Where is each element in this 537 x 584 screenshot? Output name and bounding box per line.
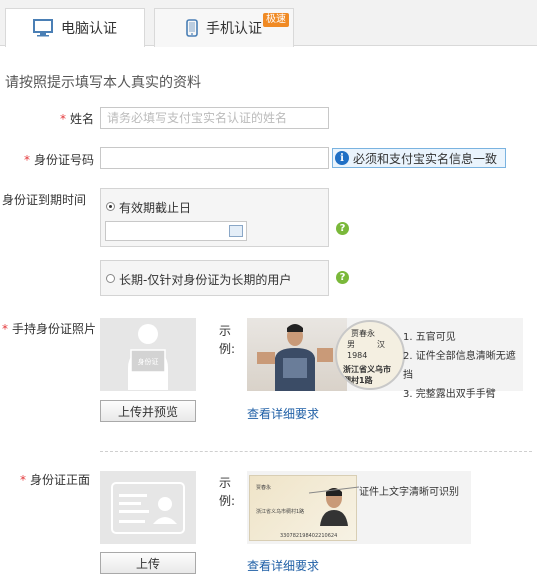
svg-text:身份证: 身份证 — [138, 357, 159, 366]
name-input[interactable] — [100, 107, 329, 129]
tab-label: 手机认证 — [206, 21, 262, 37]
detail-requirements-link[interactable]: 查看详细要求 — [247, 557, 319, 574]
upload-preview-button[interactable]: 上传并预览 — [100, 400, 196, 422]
hold-photo-placeholder: 身份证 — [100, 318, 196, 391]
tab-mobile-verify[interactable]: 手机认证 极速 — [154, 8, 294, 47]
help-icon[interactable]: ? — [336, 222, 349, 235]
calendar-icon[interactable] — [229, 225, 243, 237]
help-icon[interactable]: ? — [336, 271, 349, 284]
expiry-date-box: 有效期截止日 — [100, 188, 329, 247]
section-divider — [100, 451, 532, 452]
radio-expiry-date[interactable] — [106, 202, 115, 211]
example-label: 示例: — [219, 324, 236, 356]
expiry-long-label: 长期-仅针对身份证为长期的用户 — [119, 273, 292, 287]
requirements-list: 1. 五官可见 2. 证件全部信息清晰无遮挡 3. 完整露出双手手臂 — [403, 332, 516, 400]
tab-pc-verify[interactable]: 电脑认证 — [5, 8, 145, 47]
detail-requirements-link[interactable]: 查看详细要求 — [247, 405, 319, 422]
phone-icon — [186, 19, 198, 37]
expiry-label: 身份证到期时间 — [2, 193, 87, 207]
expiry-date-label: 有效期截止日 — [119, 201, 192, 215]
id-card-icon — [111, 481, 185, 534]
example-person-image — [247, 318, 347, 391]
id-number-label: * 身份证号码 — [23, 153, 94, 167]
expiry-date-input[interactable] — [105, 221, 247, 241]
radio-expiry-long[interactable] — [106, 274, 115, 283]
front-photo-placeholder — [100, 471, 196, 544]
magnified-card: 贾春永 男 汉 1984 浙江省义乌市 稠村1路 — [335, 320, 405, 390]
front-photo-label: * 身份证正面 — [20, 473, 91, 487]
id-tip: i 必须和支付宝实名信息一致 — [332, 148, 506, 168]
tab-bar: 电脑认证 手机认证 极速 — [0, 0, 537, 47]
expiry-long-box: 长期-仅针对身份证为长期的用户 — [100, 260, 329, 296]
speed-badge: 极速 — [263, 13, 289, 27]
annotation-arrow — [308, 486, 360, 494]
hold-photo-example: 贾春永 男 汉 1984 浙江省义乌市 稠村1路 1. 五官可见 2. 证件全部… — [247, 318, 523, 400]
front-photo-example: 贾春永 浙江省义乌市稠村1路 330782198402210624 证件上文字清… — [247, 471, 471, 544]
person-holding-card-icon: 身份证 — [128, 323, 168, 390]
intro-text: 请按照提示填写本人真实的资料 — [5, 75, 201, 91]
tab-label: 电脑认证 — [61, 21, 117, 37]
example-label: 示例: — [219, 476, 236, 508]
id-number-input[interactable] — [100, 147, 329, 169]
name-label: * 姓名 — [59, 112, 94, 126]
upload-button[interactable]: 上传 — [100, 552, 196, 574]
hold-photo-label: * 手持身份证照片 — [2, 322, 97, 336]
info-icon: i — [335, 151, 349, 165]
annotation-text: 证件上文字清晰可识别 — [359, 487, 459, 498]
monitor-icon — [33, 19, 53, 37]
